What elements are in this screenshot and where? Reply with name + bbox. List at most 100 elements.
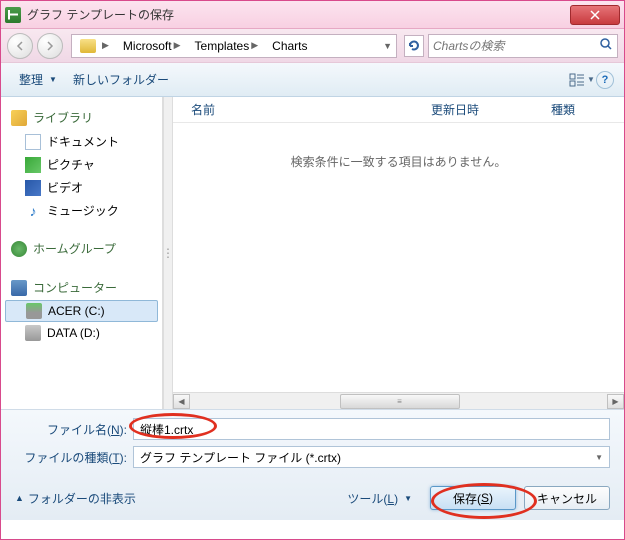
- breadcrumb-microsoft[interactable]: Microsoft ▶: [117, 35, 189, 57]
- breadcrumb-bar[interactable]: ▶ Microsoft ▶ Templates ▶ Charts ▼: [71, 34, 397, 58]
- help-button[interactable]: ?: [596, 71, 614, 89]
- chevron-down-icon: ▼: [49, 75, 57, 84]
- titlebar: グラフ テンプレートの保存: [1, 1, 624, 29]
- chevron-down-icon[interactable]: ▼: [381, 41, 394, 51]
- close-button[interactable]: [570, 5, 620, 25]
- back-arrow-icon: [14, 40, 26, 52]
- pictures-icon: [25, 157, 41, 173]
- filename-input[interactable]: [133, 418, 610, 440]
- sidebar-item-label: ドキュメント: [47, 133, 119, 150]
- sidebar-item-music[interactable]: ♪ ミュージック: [1, 199, 162, 222]
- refresh-button[interactable]: [404, 35, 424, 57]
- empty-message: 検索条件に一致する項目はありません。: [173, 123, 624, 200]
- sidebar-header-label: コンピューター: [33, 279, 117, 296]
- app-icon: [5, 7, 21, 23]
- sidebar-item-pictures[interactable]: ピクチャ: [1, 153, 162, 176]
- close-icon: [590, 10, 600, 20]
- bottom-panel: ファイル名(N): ファイルの種類(T): グラフ テンプレート ファイル (*…: [1, 409, 624, 520]
- filename-row: ファイル名(N):: [15, 418, 610, 440]
- computer-icon: [11, 280, 27, 296]
- tools-button[interactable]: ツール(L) ▼: [347, 490, 412, 507]
- sidebar-item-drive-c[interactable]: ACER (C:): [5, 300, 158, 322]
- breadcrumb-root[interactable]: ▶: [74, 35, 117, 57]
- filetype-value: グラフ テンプレート ファイル (*.crtx): [140, 449, 341, 466]
- new-folder-label: 新しいフォルダー: [73, 71, 169, 88]
- chevron-down-icon: ▼: [587, 75, 595, 84]
- libraries-icon: [11, 110, 27, 126]
- splitter[interactable]: [163, 97, 173, 409]
- column-header-name[interactable]: 名前: [181, 101, 421, 118]
- button-row: ▲ フォルダーの非表示 ツール(L) ▼ 保存(S) キャンセル: [15, 486, 610, 510]
- chevron-up-icon: ▲: [15, 493, 24, 503]
- refresh-icon: [408, 40, 420, 52]
- sidebar-header-computer[interactable]: コンピューター: [1, 275, 162, 300]
- view-icon: [569, 73, 585, 87]
- column-headers: 名前 更新日時 種類: [173, 97, 624, 123]
- chevron-down-icon: ▼: [404, 494, 412, 503]
- sidebar-group-homegroup: ホームグループ: [1, 236, 162, 261]
- scroll-track[interactable]: ≡: [190, 394, 607, 409]
- search-icon[interactable]: [599, 37, 613, 54]
- chevron-right-icon: ▶: [172, 40, 183, 51]
- sidebar-item-documents[interactable]: ドキュメント: [1, 130, 162, 153]
- chevron-down-icon: ▼: [595, 453, 603, 462]
- sidebar-item-label: ミュージック: [47, 202, 119, 219]
- breadcrumb-templates[interactable]: Templates ▶: [189, 35, 267, 57]
- organize-button[interactable]: 整理 ▼: [11, 67, 65, 92]
- sidebar-item-drive-d[interactable]: DATA (D:): [1, 322, 162, 344]
- breadcrumb-label: Charts: [272, 39, 307, 53]
- filetype-select[interactable]: グラフ テンプレート ファイル (*.crtx) ▼: [133, 446, 610, 468]
- sidebar: ライブラリ ドキュメント ピクチャ ビデオ ♪ ミュージック: [1, 97, 163, 409]
- sidebar-group-libraries: ライブラリ ドキュメント ピクチャ ビデオ ♪ ミュージック: [1, 105, 162, 222]
- filetype-label: ファイルの種類(T):: [15, 449, 127, 466]
- body: ライブラリ ドキュメント ピクチャ ビデオ ♪ ミュージック: [1, 97, 624, 409]
- folder-icon: [80, 39, 96, 53]
- scroll-thumb[interactable]: ≡: [340, 394, 460, 409]
- filename-label: ファイル名(N):: [15, 421, 127, 438]
- scroll-right-button[interactable]: ▶: [607, 394, 624, 409]
- window-title: グラフ テンプレートの保存: [27, 6, 570, 23]
- sidebar-item-label: ピクチャ: [47, 156, 95, 173]
- sidebar-header-libraries[interactable]: ライブラリ: [1, 105, 162, 130]
- breadcrumb-label: Microsoft: [123, 39, 172, 53]
- document-icon: [25, 134, 41, 150]
- forward-button[interactable]: [37, 33, 63, 59]
- view-button[interactable]: ▼: [568, 68, 596, 92]
- cancel-button[interactable]: キャンセル: [524, 486, 610, 510]
- search-box[interactable]: [428, 34, 618, 58]
- sidebar-item-videos[interactable]: ビデオ: [1, 176, 162, 199]
- hide-folders-button[interactable]: ▲ フォルダーの非表示: [15, 490, 136, 507]
- video-icon: [25, 180, 41, 196]
- column-header-date[interactable]: 更新日時: [421, 101, 541, 118]
- drive-icon: [25, 325, 41, 341]
- horizontal-scrollbar[interactable]: ◀ ≡ ▶: [173, 392, 624, 409]
- sidebar-group-computer: コンピューター ACER (C:) DATA (D:): [1, 275, 162, 344]
- content-area: 名前 更新日時 種類 検索条件に一致する項目はありません。 ◀ ≡ ▶: [173, 97, 624, 409]
- toolbar: 整理 ▼ 新しいフォルダー ▼ ?: [1, 63, 624, 97]
- save-button[interactable]: 保存(S): [430, 486, 516, 510]
- search-input[interactable]: [433, 39, 599, 53]
- forward-arrow-icon: [44, 40, 56, 52]
- sidebar-item-label: ACER (C:): [48, 304, 105, 318]
- homegroup-icon: [11, 241, 27, 257]
- column-header-type[interactable]: 種類: [541, 101, 585, 118]
- breadcrumb-charts[interactable]: Charts: [266, 35, 313, 57]
- sidebar-header-label: ホームグループ: [33, 240, 116, 257]
- navigation-bar: ▶ Microsoft ▶ Templates ▶ Charts ▼: [1, 29, 624, 63]
- hide-folders-label: フォルダーの非表示: [28, 490, 136, 507]
- chevron-right-icon: ▶: [249, 40, 260, 51]
- scroll-left-button[interactable]: ◀: [173, 394, 190, 409]
- filetype-row: ファイルの種類(T): グラフ テンプレート ファイル (*.crtx) ▼: [15, 446, 610, 468]
- sidebar-item-label: DATA (D:): [47, 326, 100, 340]
- chevron-right-icon: ▶: [100, 40, 111, 51]
- sidebar-item-label: ビデオ: [47, 179, 83, 196]
- breadcrumb-label: Templates: [195, 39, 250, 53]
- back-button[interactable]: [7, 33, 33, 59]
- organize-label: 整理: [19, 71, 43, 88]
- save-dialog-window: グラフ テンプレートの保存 ▶ Microsoft ▶ Templates ▶: [0, 0, 625, 540]
- drive-icon: [26, 303, 42, 319]
- music-icon: ♪: [25, 203, 41, 219]
- sidebar-header-label: ライブラリ: [33, 109, 93, 126]
- new-folder-button[interactable]: 新しいフォルダー: [65, 67, 177, 92]
- sidebar-header-homegroup[interactable]: ホームグループ: [1, 236, 162, 261]
